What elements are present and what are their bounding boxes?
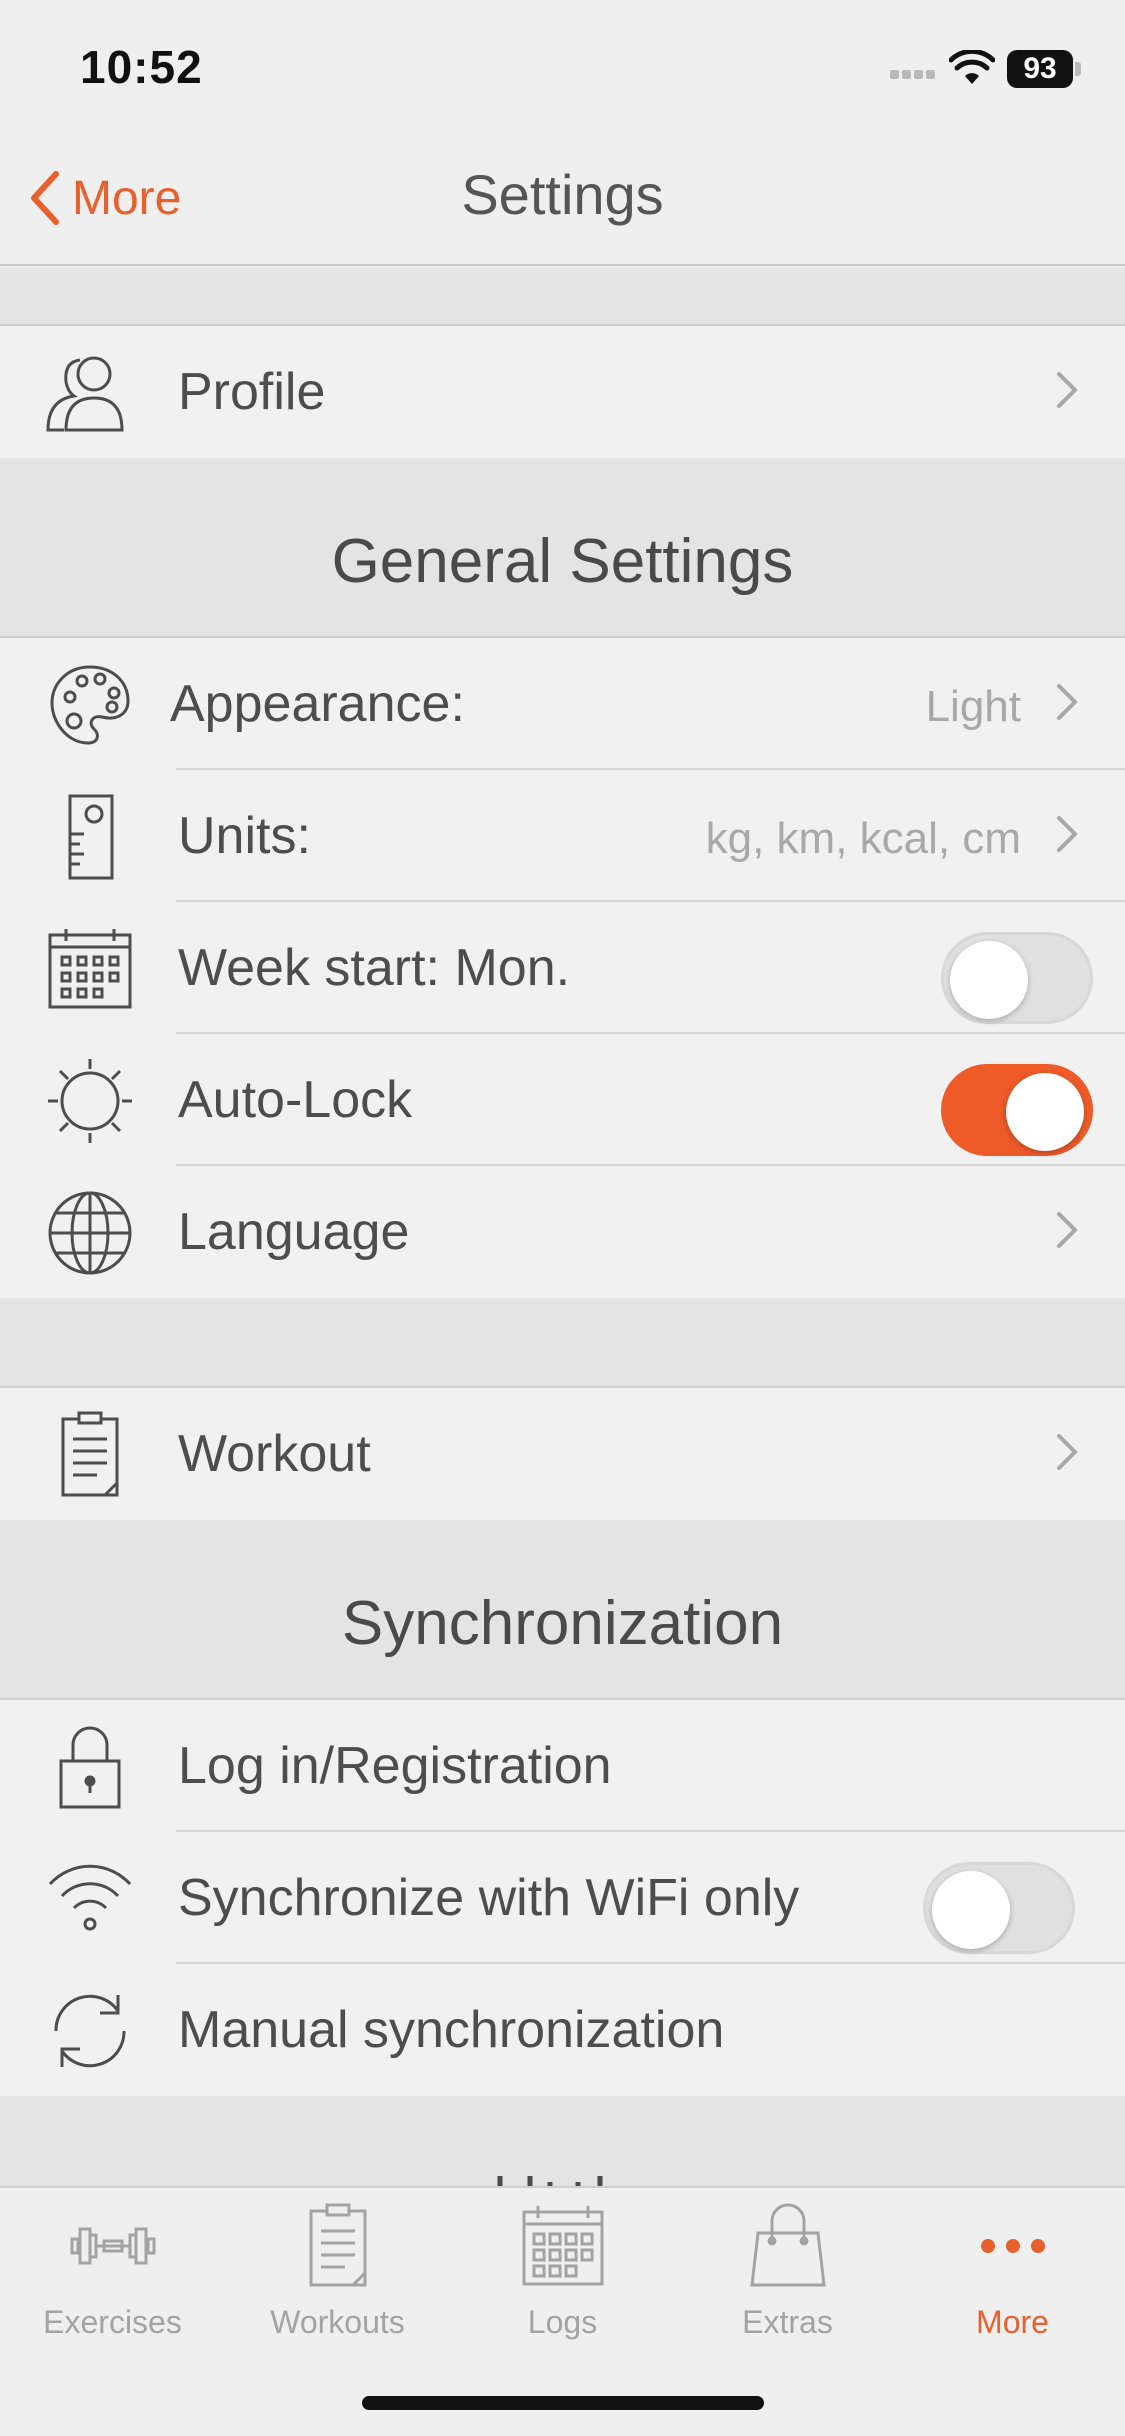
home-indicator (362, 2396, 764, 2410)
login-label: Log in/Registration (178, 1737, 612, 1795)
tab-label: Workouts (270, 2304, 405, 2340)
more-dots-icon (978, 2196, 1048, 2296)
wifi-status-icon (948, 48, 996, 91)
section-spacer (0, 1298, 1125, 1386)
section-spacer (0, 268, 1125, 324)
lock-icon (40, 1726, 140, 1809)
tab-label: More (976, 2304, 1049, 2340)
tab-label: Extras (742, 2304, 833, 2340)
tab-label: Logs (527, 2304, 598, 2340)
auto-lock-label: Auto-Lock (178, 1071, 413, 1129)
week-start-row: Week start: Mon. (0, 902, 1125, 1034)
appearance-row[interactable]: Appearance: Light (0, 638, 1125, 770)
tab-extras[interactable]: Extras (675, 2196, 900, 2341)
tab-logs[interactable]: Logs (450, 2196, 675, 2341)
battery-tip (1075, 62, 1081, 76)
status-time: 10:52 (80, 41, 203, 93)
profile-group: Profile (0, 324, 1125, 460)
wifi-only-label: Synchronize with WiFi only (178, 1869, 800, 1927)
tab-exercises[interactable]: Exercises (0, 2196, 225, 2341)
dumbbell-icon (68, 2196, 158, 2296)
wifi-only-toggle[interactable] (923, 1862, 1075, 1954)
wifi-only-row: Synchronize with WiFi only (0, 1832, 1125, 1964)
clipboard-icon (40, 1411, 140, 1497)
toggle-knob (932, 1871, 1010, 1949)
workout-row[interactable]: Workout (0, 1388, 1125, 1520)
chevron-right-icon (1055, 680, 1079, 729)
tab-label: Exercises (43, 2304, 182, 2340)
palette-icon (40, 664, 140, 746)
toggle-knob (950, 941, 1028, 1019)
units-value: kg, km, kcal, cm (705, 814, 1021, 863)
chevron-right-icon (1055, 1430, 1079, 1479)
manual-sync-label: Manual synchronization (178, 2001, 725, 2059)
toggle-knob (1006, 1073, 1084, 1151)
sync-icon (40, 1990, 140, 2072)
units-row[interactable]: Units: kg, km, kcal, cm (0, 770, 1125, 902)
page-title: Settings (461, 163, 664, 226)
chevron-right-icon (1055, 1208, 1079, 1257)
auto-lock-toggle[interactable] (941, 1064, 1093, 1156)
units-label: Units: (178, 807, 311, 865)
calendar-icon (520, 2196, 606, 2296)
week-start-toggle[interactable] (941, 932, 1093, 1024)
appearance-label: Appearance: (170, 675, 465, 733)
workout-group: Workout (0, 1386, 1125, 1522)
wifi-icon (40, 1858, 140, 1940)
profile-label: Profile (178, 363, 326, 421)
ruler-icon (40, 794, 140, 880)
profile-row[interactable]: Profile (0, 326, 1125, 458)
profile-icon (40, 352, 140, 434)
language-label: Language (178, 1203, 410, 1261)
tab-more[interactable]: More (900, 2196, 1125, 2341)
login-row[interactable]: Log in/Registration (0, 1700, 1125, 1832)
general-settings-group: Appearance: Light Units: kg, km, kcal, c… (0, 636, 1125, 1300)
chevron-right-icon (1055, 368, 1079, 417)
language-row[interactable]: Language (0, 1166, 1125, 1298)
shopping-bag-icon (748, 2196, 828, 2296)
appearance-value: Light (925, 682, 1021, 731)
next-section-peek (480, 2170, 640, 2186)
sun-icon (40, 1059, 140, 1143)
week-start-label: Week start: Mon. (178, 939, 571, 997)
calendar-icon (40, 928, 140, 1010)
battery-indicator: 93 (1007, 50, 1073, 88)
clipboard-icon (307, 2196, 369, 2296)
synchronization-title: Synchronization (341, 1589, 784, 1658)
tab-workouts[interactable]: Workouts (225, 2196, 450, 2341)
workout-label: Workout (178, 1425, 371, 1483)
cellular-signal-icon (887, 66, 935, 84)
manual-sync-row[interactable]: Manual synchronization (0, 1964, 1125, 2096)
auto-lock-row: Auto-Lock (0, 1034, 1125, 1166)
general-settings-title: General Settings (331, 527, 794, 596)
chevron-right-icon (1055, 812, 1079, 861)
globe-icon (40, 1191, 140, 1275)
synchronization-group: Log in/Registration Synchronize with WiF… (0, 1698, 1125, 2098)
